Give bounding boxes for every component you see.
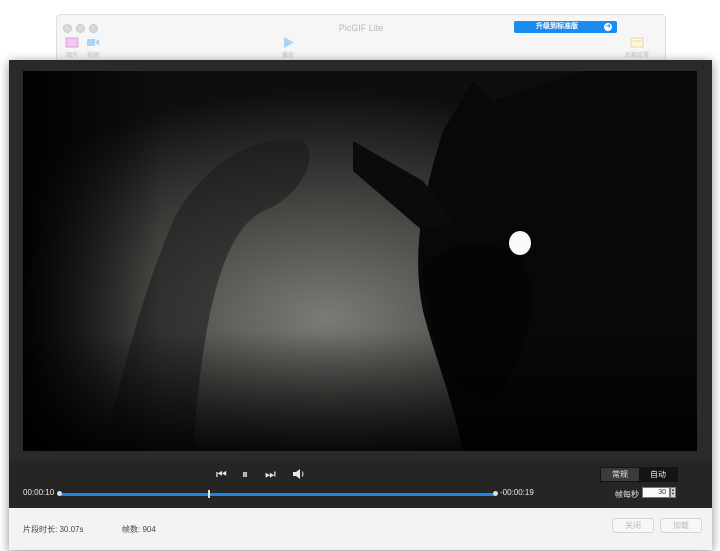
playhead[interactable] — [208, 490, 211, 498]
toolbar-item-play[interactable]: 播放 — [281, 37, 295, 59]
upgrade-button[interactable]: 升级到标准版 ➔ — [514, 21, 617, 33]
upgrade-label: 升级到标准版 — [536, 23, 578, 30]
volume-icon[interactable] — [292, 468, 306, 480]
time-remaining: -00:00:19 — [500, 488, 534, 497]
fps-stepper[interactable]: ▲ ▼ — [670, 487, 676, 498]
trim-end-handle[interactable] — [493, 491, 498, 496]
playback-slider[interactable] — [57, 490, 498, 498]
sheet-footer: 片段时长: 30.07s 帧数: 904 关闭 加载 — [9, 508, 712, 550]
video-preview-sheet: ⏮ ⏸ ⏭ 00:00:10 -00:00:19 常规 自动 帧每秒 30 ▲ ▼… — [9, 60, 712, 550]
load-button[interactable]: 加载 — [660, 518, 702, 533]
time-elapsed: 00:00:10 — [23, 488, 55, 497]
trim-start-handle[interactable] — [57, 491, 62, 496]
clip-duration: 片段时长: 30.07s — [23, 525, 84, 534]
frame-count: 帧数: 904 — [122, 525, 156, 534]
video-camera-icon — [87, 39, 99, 46]
settings-panel-icon — [630, 37, 644, 48]
play-icon — [284, 37, 294, 48]
pause-icon[interactable]: ⏸ — [242, 467, 248, 481]
video-preview[interactable] — [23, 71, 697, 451]
toolbar-item-image[interactable]: 图片 — [65, 37, 79, 59]
mode-option-normal[interactable]: 常规 — [601, 468, 639, 481]
arrow-right-icon: ➔ — [604, 23, 612, 31]
fps-label: 帧每秒 — [615, 490, 639, 499]
toolbar-item-settings[interactable]: 后期设置 — [625, 37, 649, 59]
toolbar-item-label: 后期设置 — [625, 53, 650, 59]
close-button[interactable]: 关闭 — [612, 518, 654, 533]
toolbar-item-label: 播放 — [281, 53, 294, 59]
fps-input[interactable]: 30 — [642, 487, 670, 498]
video-frame-image — [23, 71, 697, 451]
mode-segmented-control: 常规 自动 — [600, 467, 678, 482]
playback-controls: ⏮ ⏸ ⏭ 00:00:10 -00:00:19 常规 自动 帧每秒 30 ▲ ▼ — [9, 461, 712, 508]
next-frame-icon[interactable]: ⏭ — [265, 467, 276, 481]
toolbar-item-label: 图片 — [65, 53, 78, 59]
previous-frame-icon[interactable]: ⏮ — [216, 467, 227, 481]
toolbar-item-video[interactable]: 视频 — [86, 37, 100, 59]
image-icon — [65, 37, 79, 48]
toolbar-item-label: 视频 — [86, 53, 99, 59]
mode-option-auto[interactable]: 自动 — [639, 468, 677, 481]
